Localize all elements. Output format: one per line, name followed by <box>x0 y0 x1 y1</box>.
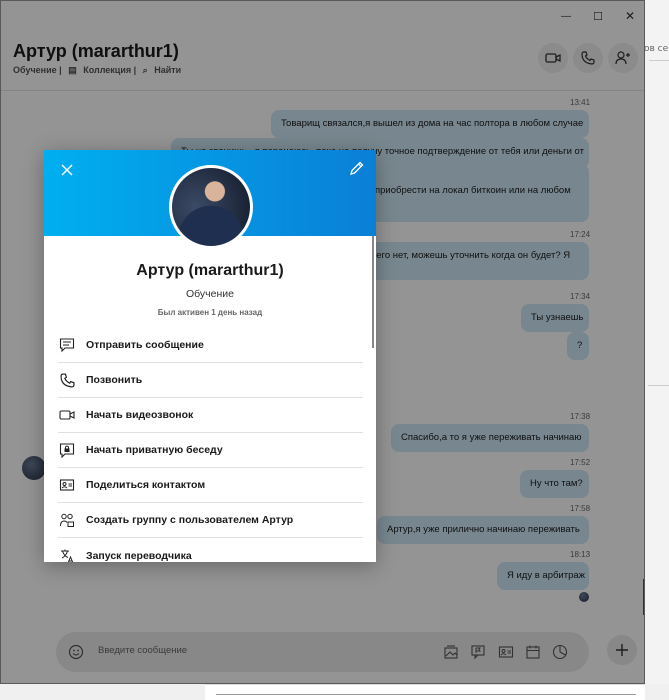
video-icon <box>58 406 76 424</box>
profile-modal: Артур (mararthur1) Обучение Был активен … <box>44 150 376 562</box>
message-bubble[interactable]: Артур,я уже прилично начинаю переживать <box>377 516 589 544</box>
desktop-bottom-rule <box>216 694 636 695</box>
video-call-button[interactable] <box>538 43 568 73</box>
message-time: 17:24 <box>570 230 591 239</box>
chat-sub-search[interactable]: Найти <box>154 65 181 75</box>
phone-icon <box>58 371 76 389</box>
chat-sub-collection[interactable]: Коллекция | <box>83 65 136 75</box>
translate-icon <box>58 547 76 562</box>
close-window-button[interactable]: ✕ <box>614 1 644 31</box>
message-input[interactable]: Введите сообщение <box>98 645 187 656</box>
search-icon: ⌕ <box>142 65 148 75</box>
message-bubble[interactable]: Товарищ связался,я вышел из дома на час … <box>271 110 589 138</box>
message-bubble[interactable]: ? <box>567 332 589 360</box>
chat-sub-role[interactable]: Обучение | <box>13 65 62 75</box>
desktop-side-text: ов се... <box>644 44 669 54</box>
desktop-background <box>645 0 669 700</box>
maximize-icon: ☐ <box>593 10 603 23</box>
message-flag-icon <box>471 645 485 660</box>
contact-card-icon <box>498 646 514 658</box>
action-label: Начать приватную беседу <box>86 444 223 456</box>
chat-subtitle: Обучение | ▤ Коллекция | ⌕ Найти <box>13 65 185 76</box>
chat-template-button[interactable] <box>469 643 487 661</box>
title-bar: — ☐ ✕ <box>1 1 644 31</box>
message-time: 17:38 <box>570 412 591 421</box>
audio-call-button[interactable] <box>573 43 603 73</box>
action-call[interactable]: Позвонить <box>58 363 363 398</box>
action-private-chat[interactable]: Начать приватную беседу <box>58 433 363 468</box>
close-icon: ✕ <box>624 9 636 23</box>
video-icon <box>545 53 561 63</box>
add-person-icon <box>615 51 630 65</box>
profile-name: Артур (mararthur1) <box>136 262 284 279</box>
profile-avatar[interactable] <box>169 165 253 249</box>
schedule-button[interactable] <box>524 643 542 661</box>
profile-role: Обучение <box>185 288 234 300</box>
calendar-icon <box>526 645 540 659</box>
desktop-bottom-panel <box>205 684 645 700</box>
group-add-icon <box>58 511 76 529</box>
message-time: 17:52 <box>570 458 591 467</box>
read-receipt-avatar <box>579 592 589 602</box>
message-time: 17:58 <box>570 504 591 513</box>
emoji-icon[interactable] <box>68 644 84 660</box>
contact-card-icon <box>58 476 76 494</box>
action-translator[interactable]: Запуск переводчика <box>58 538 363 562</box>
desktop-divider <box>648 385 669 386</box>
chat-header: Артур (mararthur1) Обучение | ▤ Коллекци… <box>1 31 644 91</box>
profile-last-active: Был активен 1 день назад <box>157 308 263 317</box>
close-icon <box>61 164 73 176</box>
action-create-group[interactable]: Создать группу с пользователем Артур <box>58 503 363 538</box>
message-icon <box>58 336 76 354</box>
action-label: Позвонить <box>86 374 143 386</box>
poll-button[interactable] <box>551 643 569 661</box>
message-time: 18:13 <box>570 550 591 559</box>
send-contact-button[interactable] <box>497 643 515 661</box>
media-button[interactable] <box>442 643 460 661</box>
message-input-box[interactable]: Введите сообщение <box>56 632 589 672</box>
lock-chat-icon <box>58 441 76 459</box>
chat-title: Артур (mararthur1) <box>13 41 179 61</box>
edit-profile-button[interactable] <box>348 159 366 177</box>
desktop-divider <box>649 60 669 61</box>
action-video-call[interactable]: Начать видеозвонок <box>58 398 363 433</box>
collection-icon: ▤ <box>68 65 77 75</box>
message-bubble[interactable]: Спасибо,а то я уже переживать начинаю <box>391 424 589 452</box>
message-bubble[interactable]: Ну что там? <box>520 470 589 498</box>
gallery-icon <box>444 645 458 659</box>
message-time: 13:41 <box>570 98 591 107</box>
minimize-icon: — <box>561 10 571 22</box>
action-label: Начать видеозвонок <box>86 409 194 421</box>
message-bubble[interactable]: Ты узнаешь <box>521 304 589 332</box>
poll-icon <box>552 644 568 660</box>
profile-scrollbar[interactable] <box>372 236 374 348</box>
action-label: Поделиться контактом <box>86 479 206 491</box>
action-label: Запуск переводчика <box>86 549 192 562</box>
pencil-icon <box>350 161 364 175</box>
minimize-button[interactable]: — <box>550 1 582 31</box>
maximize-button[interactable]: ☐ <box>582 1 614 31</box>
composer: Введите сообщение <box>1 627 644 683</box>
plus-icon <box>616 644 628 656</box>
contact-avatar[interactable] <box>22 456 46 480</box>
action-label: Создать группу с пользователем Артур <box>86 514 294 526</box>
add-people-button[interactable] <box>608 43 638 73</box>
message-bubble[interactable]: Я иду в арбитраж <box>497 562 589 590</box>
phone-icon <box>581 51 595 65</box>
conversation-scrollbar[interactable] <box>643 579 644 615</box>
message-time: 17:34 <box>570 292 591 301</box>
close-profile-button[interactable] <box>58 161 76 179</box>
action-share-contact[interactable]: Поделиться контактом <box>58 468 363 503</box>
action-label: Отправить сообщение <box>86 339 204 351</box>
action-send-message[interactable]: Отправить сообщение <box>58 328 363 363</box>
more-actions-button[interactable] <box>607 635 637 665</box>
